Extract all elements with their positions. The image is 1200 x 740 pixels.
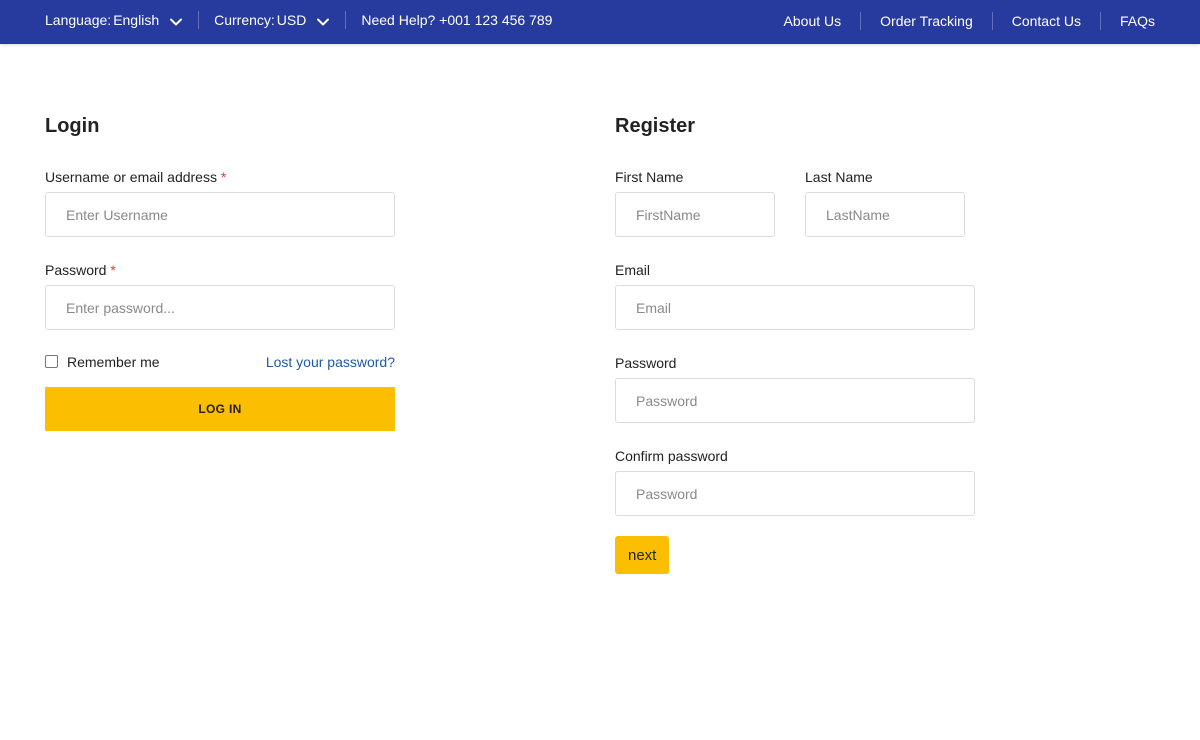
link-contact-us[interactable]: Contact Us: [1012, 13, 1081, 29]
next-button[interactable]: next: [615, 536, 670, 574]
divider: [991, 12, 993, 30]
first-name-input[interactable]: [615, 192, 775, 237]
register-title: Register: [615, 115, 696, 137]
currency-label: Currency:: [214, 12, 275, 28]
username-group: Username or email address *: [45, 168, 395, 237]
link-about-us[interactable]: About Us: [784, 13, 842, 29]
divider: [860, 12, 862, 30]
divider: [198, 11, 200, 29]
first-name-label: First Name: [615, 169, 684, 185]
username-input[interactable]: [45, 192, 395, 237]
email-group: Email: [615, 261, 975, 330]
remember-me-label: Remember me: [67, 354, 160, 370]
top-bar-links: About Us Order Tracking Contact Us FAQs: [784, 0, 1155, 42]
currency-value: USD: [276, 12, 307, 28]
checkbox-box[interactable]: [45, 354, 58, 368]
link-faqs[interactable]: FAQs: [1120, 13, 1155, 29]
chevron-down-icon: [317, 18, 330, 26]
register-password-input[interactable]: [615, 378, 975, 423]
confirm-password-group: Confirm password: [615, 447, 975, 516]
language-selector[interactable]: Language: English: [45, 11, 183, 29]
name-row: First Name Last Name: [615, 168, 975, 237]
password-label-text: Password: [45, 262, 107, 278]
required-mark: *: [220, 169, 227, 185]
language-value: English: [113, 12, 160, 28]
username-label-text: Username or email address: [45, 169, 217, 185]
last-name-group: Last Name: [805, 168, 965, 237]
remember-me-checkbox[interactable]: Remember me: [45, 354, 160, 370]
lost-password-link[interactable]: Lost your password?: [266, 354, 395, 370]
password-group: Password *: [45, 261, 395, 330]
top-bar-left: Language: English Currency: USD Need Hel…: [45, 0, 552, 40]
email-label: Email: [615, 262, 651, 278]
register-password-group: Password: [615, 354, 975, 423]
password-input[interactable]: [45, 285, 395, 330]
confirm-password-input[interactable]: [615, 471, 975, 516]
email-input[interactable]: [615, 285, 975, 330]
divider: [345, 11, 347, 29]
link-order-tracking[interactable]: Order Tracking: [880, 13, 973, 29]
language-label: Language:: [45, 12, 112, 28]
login-section: Login Username or email address * Passwo…: [45, 114, 395, 431]
remember-row: Remember me Lost your password?: [45, 354, 395, 370]
last-name-input[interactable]: [805, 192, 965, 237]
first-name-group: First Name: [615, 168, 775, 237]
help-phone: Need Help? +001 123 456 789: [361, 12, 553, 28]
register-password-label: Password: [615, 355, 677, 371]
password-label: Password *: [45, 261, 395, 279]
username-label: Username or email address *: [45, 168, 395, 186]
top-bar: Language: English Currency: USD Need Hel…: [0, 0, 1200, 44]
register-section: Register First Name Last Name Email Pass…: [615, 114, 975, 574]
chevron-down-icon: [170, 18, 183, 26]
login-button[interactable]: LOG IN: [45, 387, 395, 431]
confirm-password-label: Confirm password: [615, 448, 728, 464]
required-mark: *: [110, 262, 116, 278]
login-title: Login: [45, 115, 100, 137]
divider: [1099, 12, 1101, 30]
currency-selector[interactable]: Currency: USD: [214, 11, 330, 29]
last-name-label: Last Name: [805, 169, 873, 185]
